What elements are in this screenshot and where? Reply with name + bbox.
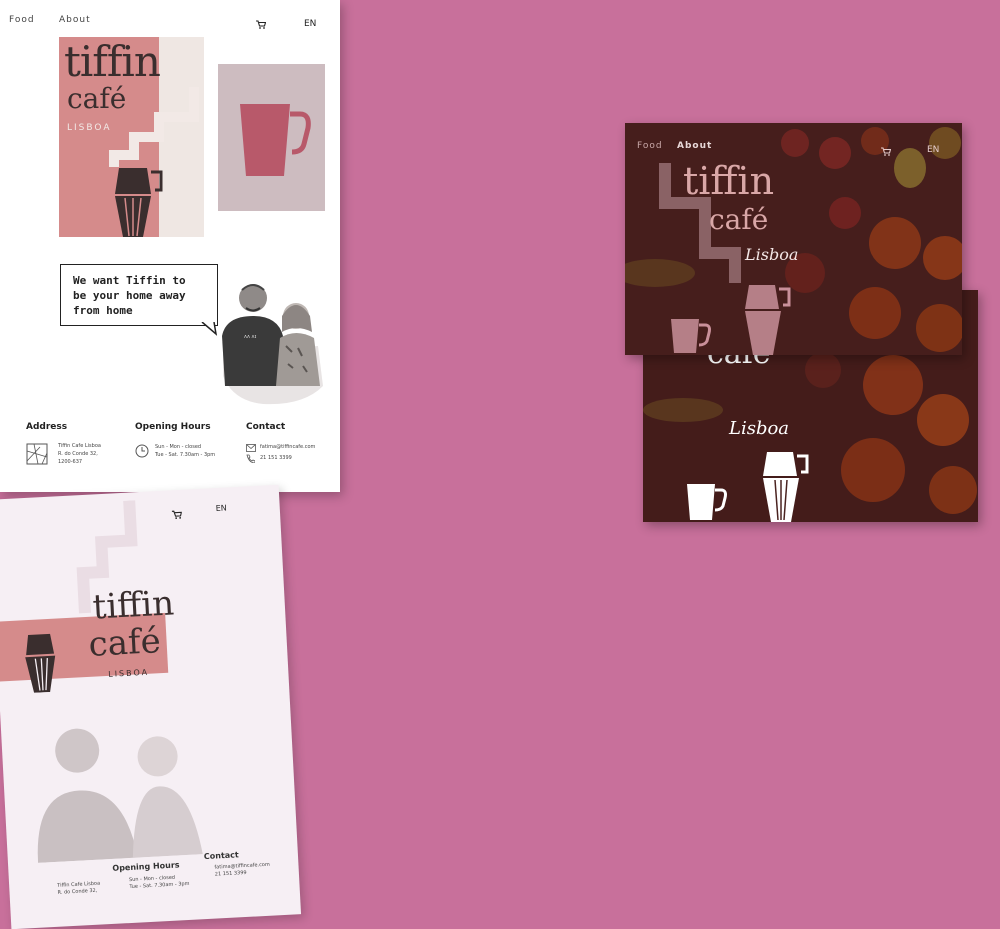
- logo-city: LISBOA: [67, 123, 112, 133]
- moka-pot-icon: [25, 633, 56, 693]
- moka-pot-icon: [115, 168, 163, 237]
- cart-icon[interactable]: [256, 20, 266, 29]
- footer-address-line-1: Tiffin Cafe Lisboa: [58, 443, 101, 449]
- logo-tiffin: tiffin: [91, 583, 176, 628]
- footer-contact-email[interactable]: fatima@tiffincafe.com: [260, 444, 315, 451]
- cart-icon[interactable]: [171, 510, 183, 520]
- logo-tiffin: tiffin: [64, 37, 161, 86]
- coffee-cup-icon: [687, 484, 727, 520]
- logo-script: Lisboa: [729, 418, 790, 439]
- logo-city: LISBOA: [108, 667, 150, 679]
- bubble-tail: [201, 322, 218, 336]
- nav-food-link[interactable]: Food: [9, 15, 35, 25]
- owners-illustration: ʌᴧ ʌɪ: [222, 284, 323, 405]
- footer-address-line-2: R. do Conde 32,: [58, 451, 98, 457]
- owners-illustration-faded: [37, 728, 203, 863]
- footer-hours-line-2: Tue - Sat. 7.30am - 3pm: [155, 452, 216, 458]
- moka-pot-icon: [763, 452, 809, 522]
- nav-food-link[interactable]: Food: [637, 141, 663, 151]
- logo-cafe: café: [67, 82, 127, 115]
- footer-contact-phone[interactable]: 21 151 3399: [260, 455, 292, 462]
- tagline-line-2: be your home away: [73, 289, 186, 302]
- footer-hours-title: Opening Hours: [112, 860, 180, 873]
- footer-hours-line-1: Sun - Mon - closed: [155, 444, 202, 450]
- footer-address-line-2: R. do Conde 32,: [57, 887, 98, 896]
- footer-address-line-3: 1200-637: [58, 459, 83, 465]
- photo-card-top: Food About EN tiffin café Lisboa: [625, 123, 962, 355]
- footer-contact-phone[interactable]: 21 151 3399: [215, 870, 247, 879]
- coffee-cup-icon: [240, 104, 311, 176]
- svg-text:ʌᴧ ʌɪ: ʌᴧ ʌɪ: [244, 334, 256, 340]
- cup-poster: [218, 64, 325, 211]
- footer-contact-title: Contact: [203, 850, 239, 862]
- website-mockup-faded: EN tiffin café LISBOA Opening Hours Sun …: [0, 484, 302, 929]
- clock-icon: [135, 444, 149, 458]
- language-switch[interactable]: EN: [215, 503, 227, 513]
- language-switch[interactable]: EN: [304, 19, 316, 29]
- footer-hours-title: Opening Hours: [135, 422, 211, 432]
- footer-contact-title: Contact: [246, 422, 286, 432]
- logo-cafe: café: [709, 203, 769, 236]
- phone-icon: [246, 454, 255, 463]
- logo-script: Lisboa: [745, 245, 799, 264]
- website-mockup-main: Food About EN tiffin café LISBOA We want…: [0, 0, 340, 492]
- mail-icon: [246, 444, 256, 452]
- cart-icon[interactable]: [881, 147, 891, 156]
- nav-about-link[interactable]: About: [677, 141, 712, 151]
- tagline-bubble: We want Tiffin to be your home away from…: [60, 264, 218, 326]
- language-switch[interactable]: EN: [927, 145, 939, 155]
- logo-cafe: café: [87, 621, 162, 665]
- logo-poster: tiffin café LISBOA: [59, 37, 204, 237]
- coffee-cup-icon: [671, 319, 711, 353]
- tagline-line-1: We want Tiffin to: [73, 274, 186, 287]
- footer-address-title: Address: [26, 422, 68, 432]
- logo-tiffin: tiffin: [683, 159, 775, 203]
- moka-pot-icon: [745, 285, 791, 355]
- nav-about-link[interactable]: About: [59, 15, 91, 25]
- map-icon: [26, 443, 48, 465]
- tagline-line-3: from home: [73, 304, 133, 317]
